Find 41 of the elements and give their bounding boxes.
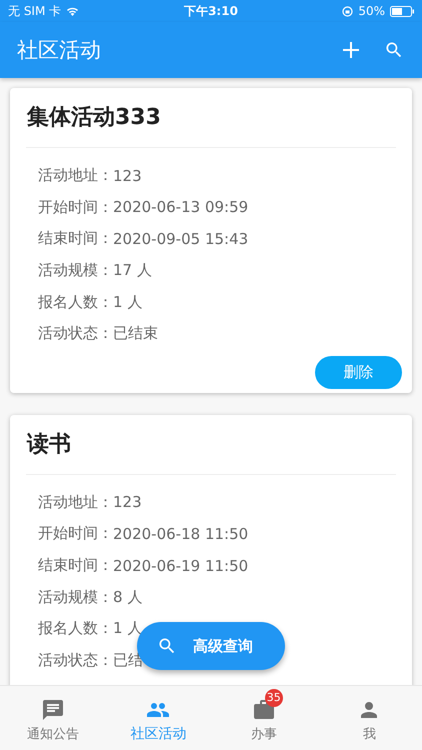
- field-label: 开始时间：: [38, 524, 113, 544]
- page-title: 社区活动: [17, 37, 102, 64]
- card-title: 集体活动333: [26, 104, 162, 132]
- field-label: 活动地址：: [38, 166, 113, 186]
- card-title: 读书: [26, 430, 72, 459]
- field-label: 结束时间：: [38, 229, 113, 248]
- battery-text: 50%: [358, 4, 386, 18]
- time-text: 下午3:10: [184, 2, 238, 20]
- field-label: 报名人数：: [38, 619, 113, 638]
- field-value: 2020-06-13 09:59: [113, 198, 248, 216]
- field-value: 2020-06-19 11:50: [113, 556, 248, 575]
- battery-icon: [390, 6, 414, 16]
- wifi-icon: [66, 6, 80, 16]
- field-label: 活动规模：: [38, 588, 113, 607]
- search-icon: [384, 40, 404, 60]
- field-label: 报名人数：: [38, 292, 113, 312]
- field-label: 活动规模：: [38, 261, 113, 280]
- field-value: 1 人: [113, 292, 142, 312]
- count-badge: 35: [264, 688, 283, 706]
- field-label: 活动状态：: [38, 650, 113, 670]
- nav-tab[interactable]: 社区活动: [106, 686, 211, 750]
- carrier-text: 无 SIM 卡: [8, 2, 62, 20]
- delete-button[interactable]: 删除: [315, 356, 402, 389]
- nav-tab[interactable]: 35 办事: [211, 686, 316, 750]
- field-value: 8 人: [113, 588, 142, 607]
- field-value: 2020-09-05 15:43: [113, 230, 248, 248]
- search-icon: [157, 636, 177, 656]
- nav-tab[interactable]: 我: [316, 686, 422, 750]
- field-label: 活动地址：: [38, 492, 113, 512]
- field-label: 开始时间：: [38, 198, 113, 217]
- field-value: 123: [113, 166, 142, 185]
- field-value: 2020-06-18 11:50: [113, 524, 248, 543]
- field-label: 活动状态：: [38, 324, 113, 344]
- field-label: 结束时间：: [38, 556, 113, 576]
- plus-icon: [342, 41, 360, 59]
- field-value: 已结束: [113, 324, 158, 344]
- message-icon: [40, 698, 65, 722]
- field-value: 17 人: [113, 261, 152, 280]
- rotation-lock-icon: [342, 6, 354, 16]
- nav-tab[interactable]: 通知公告: [0, 686, 106, 750]
- field-value: 123: [113, 493, 142, 512]
